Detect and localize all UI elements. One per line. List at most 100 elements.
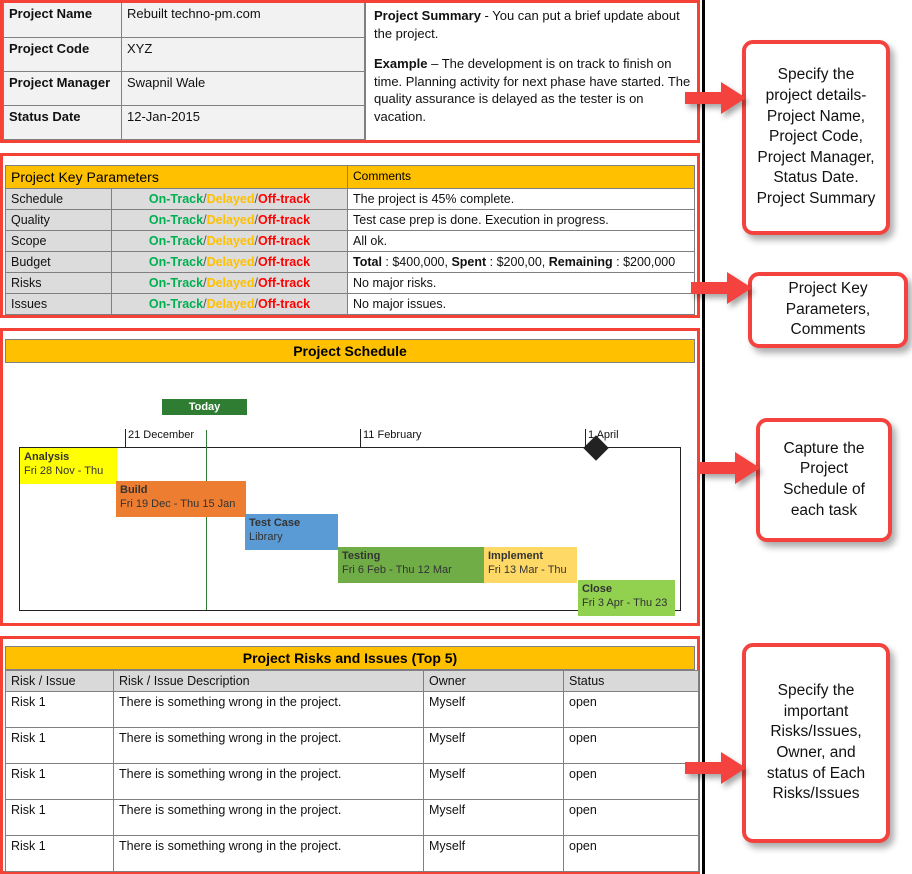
budget-label: Total [353, 255, 382, 269]
table-row: Project Code XYZ [3, 36, 365, 72]
status-off-track[interactable]: Off-track [258, 297, 310, 311]
detail-value-project-name: Rebuilt techno-pm.com [121, 3, 365, 38]
gantt-bar-name: Analysis [24, 451, 70, 463]
parameter-comment-scope: All ok. [347, 230, 695, 252]
gantt-bar-name: Test Case [249, 517, 301, 529]
risk-owner: Myself [423, 835, 564, 872]
status-delayed[interactable]: Delayed [207, 234, 255, 248]
risk-status: open [563, 691, 699, 728]
annotation-callout-2: Project Key Parameters, Comments [748, 272, 908, 348]
status-on-track[interactable]: On-Track [149, 276, 203, 290]
detail-label-project-manager: Project Manager [3, 70, 122, 106]
project-status-report-page: Project Name Rebuilt techno-pm.com Proje… [0, 0, 912, 874]
gantt-bar-dates: Fri 28 Nov - Thu [24, 465, 104, 478]
comments-header: Comments [347, 165, 695, 189]
gantt-bar-analysis[interactable]: Analysis Fri 28 Nov - Thu [20, 448, 117, 484]
risks-issues-section: Project Risks and Issues (Top 5) Risk / … [0, 636, 700, 874]
table-row: Budget On-Track/Delayed/Off-track Total … [5, 251, 695, 273]
summary-spacer [374, 42, 691, 55]
status-on-track[interactable]: On-Track [149, 192, 203, 206]
risk-id: Risk 1 [5, 727, 114, 764]
axis-tick-label-0: 21 December [125, 429, 194, 447]
budget-label: Spent [451, 255, 487, 269]
gantt-bar-implement[interactable]: Implement Fri 13 Mar - Thu [484, 547, 577, 583]
risk-owner: Myself [423, 763, 564, 800]
budget-label: Remaining [548, 255, 613, 269]
parameter-comment-quality: Test case prep is done. Execution in pro… [347, 209, 695, 231]
status-on-track[interactable]: On-Track [149, 213, 203, 227]
table-row: Quality On-Track/Delayed/Off-track Test … [5, 209, 695, 231]
status-delayed[interactable]: Delayed [207, 276, 255, 290]
status-off-track[interactable]: Off-track [258, 192, 310, 206]
risks-issues-title: Project Risks and Issues (Top 5) [5, 646, 695, 670]
gantt-bar-build[interactable]: Build Fri 19 Dec - Thu 15 Jan [116, 481, 246, 517]
status-delayed[interactable]: Delayed [207, 192, 255, 206]
status-off-track[interactable]: Off-track [258, 276, 310, 290]
gantt-bar-close[interactable]: Close Fri 3 Apr - Thu 23 [578, 580, 675, 616]
table-row: Risk 1 There is something wrong in the pr… [5, 691, 699, 728]
status-off-track[interactable]: Off-track [258, 255, 310, 269]
parameter-name-scope: Scope [5, 230, 112, 252]
budget-value: : $400,000, [381, 255, 452, 269]
gantt-plot-area: Analysis Fri 28 Nov - Thu Build Fri 19 Dec … [19, 430, 681, 616]
project-summary-cell: Project Summary - You can put a brief up… [366, 3, 697, 140]
gantt-bar-name: Close [582, 583, 612, 595]
annotation-callout-1: Specify the project details- Project Nam… [742, 40, 890, 235]
detail-value-project-code: XYZ [121, 36, 365, 72]
detail-label-project-name: Project Name [3, 3, 122, 38]
status-delayed[interactable]: Delayed [207, 213, 255, 227]
detail-label-status-date: Status Date [3, 104, 122, 141]
gantt-bar-dates: Fri 19 Dec - Thu 15 Jan [120, 498, 236, 511]
parameter-status-budget[interactable]: On-Track/Delayed/Off-track [111, 251, 348, 273]
table-row: Issues On-Track/Delayed/Off-track No maj… [5, 293, 695, 315]
budget-value: : $200,00, [486, 255, 549, 269]
parameter-status-issues[interactable]: On-Track/Delayed/Off-track [111, 293, 348, 315]
table-header-row: Project Key Parameters Comments [5, 165, 695, 189]
gantt-bar-name: Testing [342, 550, 381, 562]
project-example-heading: Example [374, 56, 428, 72]
parameter-name-issues: Issues [5, 293, 112, 315]
status-on-track[interactable]: On-Track [149, 297, 203, 311]
status-off-track[interactable]: Off-track [258, 213, 310, 227]
parameter-status-schedule[interactable]: On-Track/Delayed/Off-track [111, 188, 348, 210]
key-parameters-table: Project Key Parameters Comments Schedule… [5, 165, 695, 315]
key-parameters-title: Project Key Parameters [5, 165, 348, 189]
status-delayed[interactable]: Delayed [207, 255, 255, 269]
table-row: Risk 1 There is something wrong in the pr… [5, 835, 699, 872]
document-column: Project Name Rebuilt techno-pm.com Proje… [0, 0, 705, 874]
gantt-bar-testing[interactable]: Testing Fri 6 Feb - Thu 12 Mar [338, 547, 484, 583]
parameter-status-scope[interactable]: On-Track/Delayed/Off-track [111, 230, 348, 252]
status-delayed[interactable]: Delayed [207, 297, 255, 311]
detail-value-project-manager: Swapnil Wale [121, 70, 365, 106]
risk-status: open [563, 763, 699, 800]
gantt-bar-dates: Fri 13 Mar - Thu [488, 564, 567, 577]
parameter-status-quality[interactable]: On-Track/Delayed/Off-track [111, 209, 348, 231]
project-summary-paragraph: Project Summary - You can put a brief up… [374, 7, 691, 42]
status-on-track[interactable]: On-Track [149, 255, 203, 269]
table-row: Project Name Rebuilt techno-pm.com [3, 3, 365, 38]
table-row: Scope On-Track/Delayed/Off-track All ok. [5, 230, 695, 252]
column-header-risk-issue: Risk / Issue [5, 670, 114, 692]
detail-label-project-code: Project Code [3, 36, 122, 72]
annotation-arrow-icon-3 [699, 451, 761, 485]
gantt-bar-dates: Fri 6 Feb - Thu 12 Mar [342, 564, 452, 577]
risk-status: open [563, 835, 699, 872]
table-header-row: Risk / Issue Risk / Issue Description Ow… [5, 670, 699, 692]
parameter-status-risks[interactable]: On-Track/Delayed/Off-track [111, 272, 348, 294]
status-off-track[interactable]: Off-track [258, 234, 310, 248]
table-row: Risk 1 There is something wrong in the pr… [5, 727, 699, 764]
status-on-track[interactable]: On-Track [149, 234, 203, 248]
parameter-comment-budget: Total : $400,000, Spent : $200,00, Remai… [347, 251, 695, 273]
risk-description: There is something wrong in the project. [113, 763, 424, 800]
project-schedule-section: Project Schedule Today 21 December 11 Feb… [0, 328, 700, 626]
key-parameters-section: Project Key Parameters Comments Schedule… [0, 153, 700, 318]
gantt-bar-test-case[interactable]: Test Case Library [245, 514, 338, 550]
table-row: Schedule On-Track/Delayed/Off-track The … [5, 188, 695, 210]
today-marker-label: Today [162, 399, 247, 415]
risks-issues-table: Risk / Issue Risk / Issue Description Ow… [5, 670, 699, 872]
project-details-section: Project Name Rebuilt techno-pm.com Proje… [0, 0, 700, 143]
axis-tick-label-1: 11 February [360, 429, 422, 447]
column-header-status: Status [563, 670, 699, 692]
risk-description: There is something wrong in the project. [113, 691, 424, 728]
risk-owner: Myself [423, 727, 564, 764]
